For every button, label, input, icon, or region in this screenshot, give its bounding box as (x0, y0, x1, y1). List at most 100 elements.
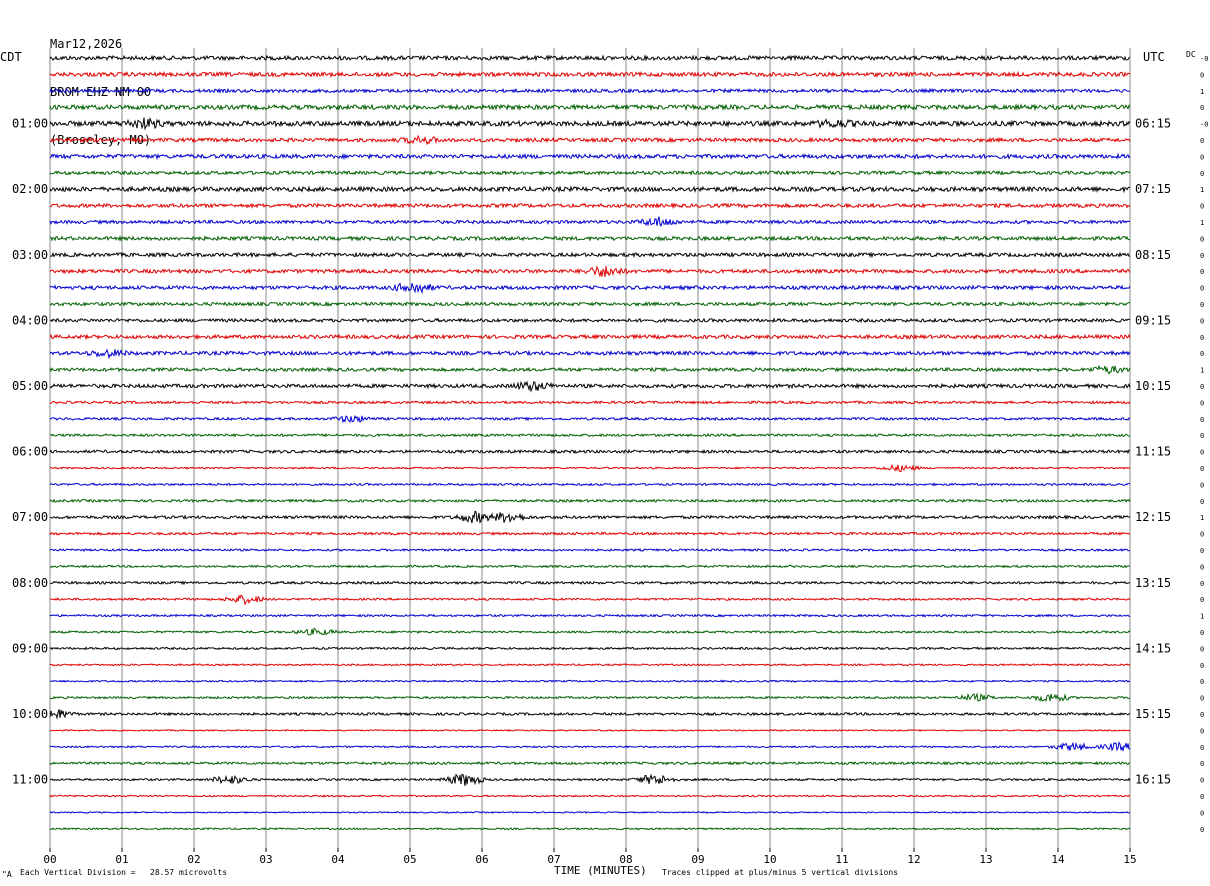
dc-offset-2: 1 (1200, 88, 1204, 96)
x-tick-label-04: 04 (331, 853, 345, 866)
right-hour-label: 08:15 (1135, 248, 1171, 262)
trace-28 (50, 510, 1131, 524)
trace-18 (49, 348, 1131, 360)
right-hour-label: 10:15 (1135, 379, 1171, 393)
trace-32 (49, 580, 1131, 586)
x-tick-label-15: 15 (1123, 853, 1136, 866)
trace-5 (49, 134, 1131, 146)
trace-37 (49, 663, 1131, 667)
trace-36 (49, 646, 1131, 651)
trace-24 (49, 448, 1131, 455)
trace-29 (49, 531, 1131, 536)
trace-12 (49, 251, 1131, 259)
trace-43 (49, 760, 1131, 766)
trace-25 (49, 463, 1131, 472)
trace-4 (49, 116, 1131, 131)
dc-offset-20: 0 (1200, 383, 1204, 391)
dc-offset-39: 0 (1200, 695, 1204, 703)
dc-offset-12: 0 (1200, 252, 1204, 260)
x-tick-label-02: 02 (187, 853, 200, 866)
trace-14 (49, 282, 1131, 295)
dc-offset-30: 0 (1200, 547, 1204, 555)
dc-offset-33: 0 (1200, 596, 1204, 604)
right-hour-label: 16:15 (1135, 773, 1171, 787)
trace-13 (49, 265, 1131, 277)
scale-note: Each Vertical Division = 28.57 microvolt… (20, 868, 228, 877)
trace-19 (49, 364, 1131, 375)
trace-41 (49, 729, 1131, 732)
trace-3 (49, 103, 1131, 112)
dc-offset-27: 0 (1200, 498, 1204, 506)
dc-offset-14: 0 (1200, 285, 1204, 293)
dc-offset-9: 0 (1200, 203, 1204, 211)
x-tick-label-03: 03 (259, 853, 272, 866)
left-hour-label: 10:00 (12, 707, 48, 721)
trace-21 (49, 400, 1131, 405)
left-hour-label: 09:00 (12, 641, 48, 655)
left-hour-label: 11:00 (12, 773, 48, 787)
dc-offset-35: 0 (1200, 629, 1204, 637)
left-hour-label: 02:00 (12, 182, 48, 196)
trace-40 (49, 709, 1131, 720)
trace-30 (49, 547, 1130, 553)
x-tick-label-14: 14 (1051, 853, 1065, 866)
right-hour-label: 14:15 (1135, 641, 1171, 655)
trace-8 (49, 185, 1130, 194)
trace-22 (49, 414, 1131, 424)
trace-39 (49, 692, 1131, 703)
x-tick-label-12: 12 (907, 853, 920, 866)
trace-35 (49, 627, 1131, 636)
trace-10 (49, 216, 1131, 228)
dc-offset-32: 0 (1200, 580, 1204, 588)
dc-offset-29: 0 (1200, 531, 1204, 539)
dc-offset-3: 0 (1200, 104, 1204, 112)
dc-offset-6: 0 (1200, 153, 1204, 161)
dc-offset-26: 0 (1200, 481, 1204, 489)
trace-0 (49, 54, 1131, 62)
dc-offset-44: 0 (1200, 777, 1204, 785)
dc-offset-22: 0 (1200, 416, 1204, 424)
dc-offset-40: 0 (1200, 711, 1204, 719)
dc-offset-37: 0 (1200, 662, 1204, 670)
dc-offset-31: 0 (1200, 563, 1204, 571)
dc-offset-11: 0 (1200, 235, 1204, 243)
right-hour-label: 13:15 (1135, 576, 1171, 590)
trace-45 (49, 794, 1131, 798)
trace-20 (49, 380, 1131, 393)
right-hour-label: 11:15 (1135, 445, 1171, 459)
trace-15 (49, 300, 1131, 308)
x-tick-label-00: 00 (43, 853, 56, 866)
trace-27 (49, 498, 1131, 504)
trace-44 (49, 773, 1131, 786)
right-hour-label: 15:15 (1135, 707, 1171, 721)
dc-label: DC (1186, 50, 1196, 59)
trace-42 (49, 741, 1131, 752)
labels: 00 01 02 03 04 05 06 07 08 09 10 11 12 13 14 15-0010-00… (12, 55, 1208, 866)
dc-offset-45: 0 (1200, 793, 1204, 801)
dc-offset-36: 0 (1200, 645, 1204, 653)
x-tick-label-09: 09 (691, 853, 704, 866)
trace-6 (49, 152, 1131, 161)
dc-offset-43: 0 (1200, 760, 1204, 768)
x-axis-title: TIME (MINUTES) (554, 864, 647, 877)
left-hour-label: 05:00 (12, 379, 48, 393)
right-hour-label: 09:15 (1135, 313, 1171, 327)
trace-26 (49, 482, 1131, 487)
dc-offset-41: 0 (1200, 727, 1204, 735)
x-tick-label-13: 13 (979, 853, 992, 866)
seismogram-chart: 00 01 02 03 04 05 06 07 08 09 10 11 12 13 14 15-0010-00… (12, 48, 1208, 866)
dc-offset-13: 0 (1200, 268, 1204, 276)
right-hour-label: 06:15 (1135, 117, 1171, 131)
trace-2 (49, 87, 1131, 94)
dc-offset-16: 0 (1200, 317, 1204, 325)
right-hour-label: 12:15 (1135, 510, 1171, 524)
left-hour-label: 08:00 (12, 576, 48, 590)
dc-offset-8: 1 (1200, 186, 1204, 194)
dc-offset-15: 0 (1200, 301, 1204, 309)
dc-offset-38: 0 (1200, 678, 1204, 686)
trace-33 (49, 594, 1131, 606)
traces (49, 54, 1131, 831)
x-tick-label-01: 01 (115, 853, 128, 866)
x-tick-label-11: 11 (835, 853, 848, 866)
trace-16 (49, 317, 1131, 324)
